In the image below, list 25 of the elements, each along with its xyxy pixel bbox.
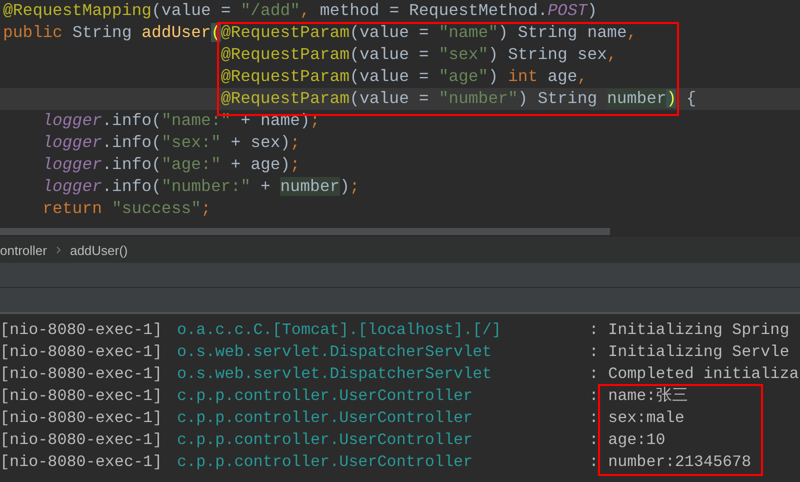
log-message: : Initializing Spring — [589, 320, 790, 341]
thread-name: [nio-8080-exec-1] — [0, 386, 164, 407]
log-message: : sex:male — [589, 408, 684, 429]
log-message: : number:21345678 — [589, 452, 752, 473]
logger-name: c.p.p.controller.UserController — [177, 386, 474, 407]
thread-name: [nio-8080-exec-1] — [0, 364, 164, 385]
thread-name: [nio-8080-exec-1] — [0, 320, 164, 341]
thread-name: [nio-8080-exec-1] — [0, 408, 164, 429]
logger-name: o.s.web.servlet.DispatcherServlet — [177, 364, 493, 385]
scrollbar-thumb[interactable] — [0, 228, 610, 235]
logger-name: c.p.p.controller.UserController — [177, 408, 474, 429]
thread-name: [nio-8080-exec-1] — [0, 430, 164, 451]
logger-name: c.p.p.controller.UserController — [177, 430, 474, 451]
log-message: : Completed initializa — [589, 364, 799, 385]
log-message: : name:张三 — [589, 386, 688, 407]
logger-name: c.p.p.controller.UserController — [177, 452, 474, 473]
log-message: : Initializing Servle — [589, 342, 790, 363]
logger-name: o.s.web.servlet.DispatcherServlet — [177, 342, 493, 363]
logger-name: o.a.c.c.C.[Tomcat].[localhost].[/] — [177, 320, 502, 341]
log-message: : age:10 — [589, 430, 666, 451]
breadcrumb-item[interactable]: addUser() — [70, 242, 128, 258]
thread-name: [nio-8080-exec-1] — [0, 452, 164, 473]
chevron-icon — [56, 246, 61, 254]
breadcrumb-item[interactable]: ontroller — [0, 242, 47, 258]
thread-name: [nio-8080-exec-1] — [0, 342, 164, 363]
